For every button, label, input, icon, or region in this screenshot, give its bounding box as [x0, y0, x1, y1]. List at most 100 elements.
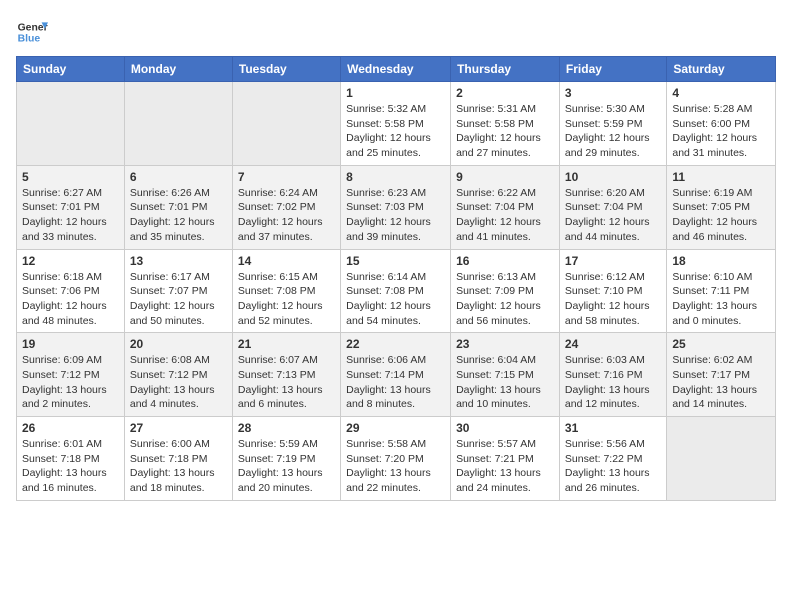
- calendar-cell: 11Sunrise: 6:19 AM Sunset: 7:05 PM Dayli…: [667, 165, 776, 249]
- day-info: Sunrise: 5:31 AM Sunset: 5:58 PM Dayligh…: [456, 102, 554, 161]
- day-info: Sunrise: 6:08 AM Sunset: 7:12 PM Dayligh…: [130, 353, 227, 412]
- col-header-sunday: Sunday: [17, 57, 125, 82]
- calendar-cell: 14 Sunrise: 6:15 AM Sunset: 7:08 PM Dayli…: [232, 249, 340, 333]
- calendar-cell: [232, 82, 340, 166]
- calendar-cell: 15 Sunrise: 6:14 AM Sunset: 7:08 PM Dayli…: [341, 249, 451, 333]
- calendar-cell: 29 Sunrise: 5:58 AM Sunset: 7:20 PM Dayli…: [341, 417, 451, 501]
- day-info: Sunrise: 5:58 AM Sunset: 7:20 PM Dayligh…: [346, 437, 445, 496]
- day-info: Sunrise: 5:28 AM Sunset: 6:00 PM Dayligh…: [672, 102, 770, 161]
- day-number: 3: [565, 86, 661, 100]
- day-info: Sunrise: 6:18 AM Sunset: 7:06 PM Dayligh…: [22, 270, 119, 329]
- day-number: 14: [238, 254, 335, 268]
- day-number: 19: [22, 337, 119, 351]
- day-number: 17: [565, 254, 661, 268]
- day-info: Sunrise: 6:07 AM Sunset: 7:13 PM Dayligh…: [238, 353, 335, 412]
- day-number: 13: [130, 254, 227, 268]
- calendar-cell: 24 Sunrise: 6:03 AM Sunset: 7:16 PM Dayli…: [559, 333, 666, 417]
- day-number: 23: [456, 337, 554, 351]
- day-info: Sunrise: 5:30 AM Sunset: 5:59 PM Dayligh…: [565, 102, 661, 161]
- calendar-cell: 13Sunrise: 6:17 AM Sunset: 7:07 PM Dayli…: [124, 249, 232, 333]
- calendar-cell: 3 Sunrise: 5:30 AM Sunset: 5:59 PM Daylig…: [559, 82, 666, 166]
- calendar-table: SundayMondayTuesdayWednesdayThursdayFrid…: [16, 56, 776, 501]
- day-number: 26: [22, 421, 119, 435]
- calendar-cell: [124, 82, 232, 166]
- day-info: Sunrise: 6:12 AM Sunset: 7:10 PM Dayligh…: [565, 270, 661, 329]
- calendar-cell: 16 Sunrise: 6:13 AM Sunset: 7:09 PM Dayli…: [451, 249, 560, 333]
- day-info: Sunrise: 5:59 AM Sunset: 7:19 PM Dayligh…: [238, 437, 335, 496]
- day-number: 10: [565, 170, 661, 184]
- calendar-cell: 26 Sunrise: 6:01 AM Sunset: 7:18 PM Dayli…: [17, 417, 125, 501]
- day-number: 29: [346, 421, 445, 435]
- day-info: Sunrise: 5:56 AM Sunset: 7:22 PM Dayligh…: [565, 437, 661, 496]
- calendar-cell: 31 Sunrise: 5:56 AM Sunset: 7:22 PM Dayli…: [559, 417, 666, 501]
- day-info: Sunrise: 5:57 AM Sunset: 7:21 PM Dayligh…: [456, 437, 554, 496]
- day-info: Sunrise: 6:02 AM Sunset: 7:17 PM Dayligh…: [672, 353, 770, 412]
- day-number: 11: [672, 170, 770, 184]
- calendar-cell: [667, 417, 776, 501]
- day-number: 15: [346, 254, 445, 268]
- day-info: Sunrise: 6:13 AM Sunset: 7:09 PM Dayligh…: [456, 270, 554, 329]
- day-info: Sunrise: 6:26 AM Sunset: 7:01 PM Dayligh…: [130, 186, 227, 245]
- col-header-thursday: Thursday: [451, 57, 560, 82]
- day-number: 16: [456, 254, 554, 268]
- day-number: 18: [672, 254, 770, 268]
- calendar-cell: 6Sunrise: 6:26 AM Sunset: 7:01 PM Daylig…: [124, 165, 232, 249]
- day-number: 25: [672, 337, 770, 351]
- calendar-cell: 21Sunrise: 6:07 AM Sunset: 7:13 PM Dayli…: [232, 333, 340, 417]
- day-info: Sunrise: 6:24 AM Sunset: 7:02 PM Dayligh…: [238, 186, 335, 245]
- day-number: 5: [22, 170, 119, 184]
- day-number: 8: [346, 170, 445, 184]
- day-number: 30: [456, 421, 554, 435]
- day-info: Sunrise: 6:00 AM Sunset: 7:18 PM Dayligh…: [130, 437, 227, 496]
- day-info: Sunrise: 6:06 AM Sunset: 7:14 PM Dayligh…: [346, 353, 445, 412]
- calendar-cell: 10 Sunrise: 6:20 AM Sunset: 7:04 PM Dayli…: [559, 165, 666, 249]
- calendar-cell: 5 Sunrise: 6:27 AM Sunset: 7:01 PM Daylig…: [17, 165, 125, 249]
- day-number: 2: [456, 86, 554, 100]
- calendar-cell: 23Sunrise: 6:04 AM Sunset: 7:15 PM Dayli…: [451, 333, 560, 417]
- day-info: Sunrise: 6:01 AM Sunset: 7:18 PM Dayligh…: [22, 437, 119, 496]
- day-info: Sunrise: 6:14 AM Sunset: 7:08 PM Dayligh…: [346, 270, 445, 329]
- day-number: 31: [565, 421, 661, 435]
- day-number: 12: [22, 254, 119, 268]
- calendar-cell: 2 Sunrise: 5:31 AM Sunset: 5:58 PM Daylig…: [451, 82, 560, 166]
- logo-icon: General Blue: [16, 16, 48, 48]
- day-info: Sunrise: 5:32 AM Sunset: 5:58 PM Dayligh…: [346, 102, 445, 161]
- col-header-tuesday: Tuesday: [232, 57, 340, 82]
- calendar-cell: 1Sunrise: 5:32 AM Sunset: 5:58 PM Daylig…: [341, 82, 451, 166]
- day-number: 28: [238, 421, 335, 435]
- page-header: General Blue: [16, 16, 776, 48]
- day-number: 20: [130, 337, 227, 351]
- calendar-cell: 18 Sunrise: 6:10 AM Sunset: 7:11 PM Dayli…: [667, 249, 776, 333]
- calendar-cell: 12 Sunrise: 6:18 AM Sunset: 7:06 PM Dayli…: [17, 249, 125, 333]
- day-number: 9: [456, 170, 554, 184]
- col-header-friday: Friday: [559, 57, 666, 82]
- day-number: 22: [346, 337, 445, 351]
- day-number: 7: [238, 170, 335, 184]
- calendar-cell: 19 Sunrise: 6:09 AM Sunset: 7:12 PM Dayli…: [17, 333, 125, 417]
- day-info: Sunrise: 6:27 AM Sunset: 7:01 PM Dayligh…: [22, 186, 119, 245]
- calendar-cell: 25 Sunrise: 6:02 AM Sunset: 7:17 PM Dayli…: [667, 333, 776, 417]
- col-header-saturday: Saturday: [667, 57, 776, 82]
- calendar-cell: [17, 82, 125, 166]
- col-header-wednesday: Wednesday: [341, 57, 451, 82]
- calendar-cell: 28 Sunrise: 5:59 AM Sunset: 7:19 PM Dayli…: [232, 417, 340, 501]
- day-info: Sunrise: 6:10 AM Sunset: 7:11 PM Dayligh…: [672, 270, 770, 329]
- day-number: 24: [565, 337, 661, 351]
- day-info: Sunrise: 6:22 AM Sunset: 7:04 PM Dayligh…: [456, 186, 554, 245]
- calendar-cell: 4 Sunrise: 5:28 AM Sunset: 6:00 PM Daylig…: [667, 82, 776, 166]
- col-header-monday: Monday: [124, 57, 232, 82]
- day-info: Sunrise: 6:15 AM Sunset: 7:08 PM Dayligh…: [238, 270, 335, 329]
- day-number: 4: [672, 86, 770, 100]
- day-info: Sunrise: 6:03 AM Sunset: 7:16 PM Dayligh…: [565, 353, 661, 412]
- svg-text:Blue: Blue: [18, 34, 41, 45]
- day-info: Sunrise: 6:09 AM Sunset: 7:12 PM Dayligh…: [22, 353, 119, 412]
- calendar-cell: 17 Sunrise: 6:12 AM Sunset: 7:10 PM Dayli…: [559, 249, 666, 333]
- logo: General Blue: [16, 16, 48, 48]
- calendar-cell: 22 Sunrise: 6:06 AM Sunset: 7:14 PM Dayli…: [341, 333, 451, 417]
- calendar-cell: 20 Sunrise: 6:08 AM Sunset: 7:12 PM Dayli…: [124, 333, 232, 417]
- day-info: Sunrise: 6:20 AM Sunset: 7:04 PM Dayligh…: [565, 186, 661, 245]
- day-number: 27: [130, 421, 227, 435]
- calendar-cell: 7 Sunrise: 6:24 AM Sunset: 7:02 PM Daylig…: [232, 165, 340, 249]
- day-info: Sunrise: 6:23 AM Sunset: 7:03 PM Dayligh…: [346, 186, 445, 245]
- calendar-cell: 27 Sunrise: 6:00 AM Sunset: 7:18 PM Dayli…: [124, 417, 232, 501]
